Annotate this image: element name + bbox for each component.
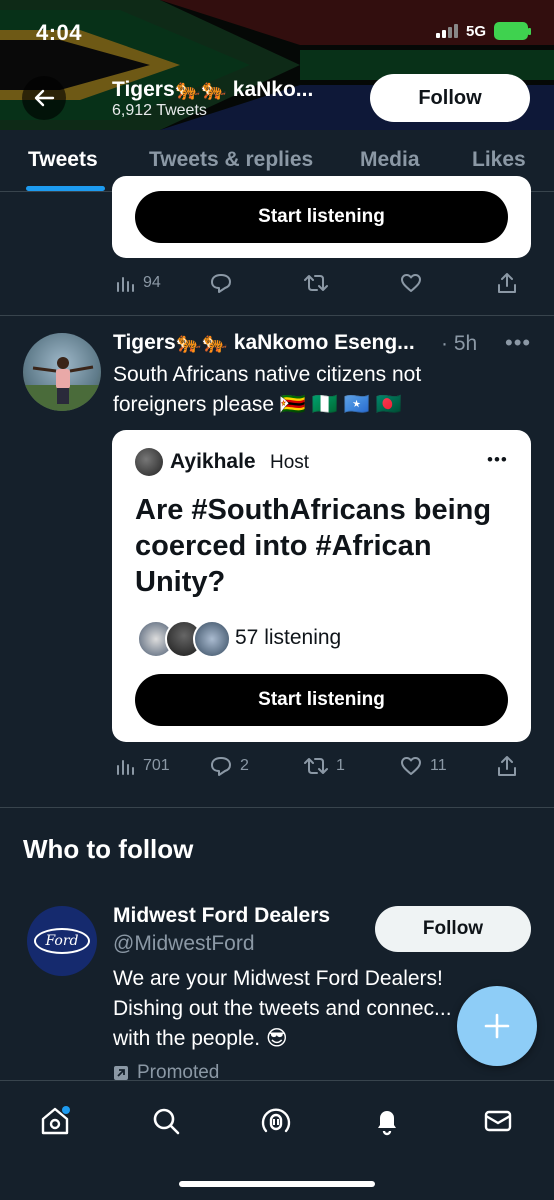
retweet-count: 1 <box>336 757 345 774</box>
host-avatar <box>135 448 163 476</box>
suggested-account-name[interactable]: Midwest Ford Dealers <box>113 904 330 928</box>
start-listening-button[interactable]: Start listening <box>135 191 508 243</box>
space-card[interactable]: Ayikhale Host ••• Are #SouthAfricans bei… <box>112 430 531 742</box>
retweet-icon <box>304 275 328 291</box>
space-title: Are #SouthAfricans being coerced into #A… <box>135 494 492 598</box>
tweet-text: South Africans native citizens not forei… <box>113 363 422 416</box>
ford-logo-avatar[interactable]: Ford <box>27 906 97 976</box>
tab-likes[interactable]: Likes <box>472 148 526 172</box>
tweet-author[interactable]: Tigers🐅🐅 kaNkomo Eseng... <box>113 331 453 355</box>
tweet-time: · 5h <box>441 332 478 355</box>
back-arrow-icon <box>34 89 55 107</box>
retweet-icon <box>304 758 328 774</box>
host-role: Host <box>270 452 310 473</box>
tab-active-indicator <box>26 186 105 191</box>
ford-logo: Ford <box>34 928 90 954</box>
section-divider <box>0 807 554 808</box>
reply-count: 2 <box>240 757 249 774</box>
nav-messages[interactable] <box>476 1099 520 1143</box>
messages-icon <box>484 1110 512 1132</box>
space-more-icon[interactable]: ••• <box>487 450 508 470</box>
nav-notifications[interactable] <box>365 1099 409 1143</box>
more-icon[interactable]: ••• <box>505 330 531 356</box>
host-name: Ayikhale <box>170 450 256 473</box>
compose-tweet-button[interactable] <box>457 986 537 1066</box>
tweet-divider <box>0 315 554 316</box>
home-icon <box>41 1106 70 1135</box>
like-icon <box>401 757 421 775</box>
tweet-count: 6,912 Tweets <box>112 102 207 119</box>
follow-suggested-button[interactable]: Follow <box>375 906 531 952</box>
share-icon <box>498 273 516 293</box>
tab-media[interactable]: Media <box>360 148 420 172</box>
suggested-account-bio: We are your Midwest Ford Dealers! Dishin… <box>113 967 452 1050</box>
avatar-image <box>23 357 101 411</box>
status-time: 4:04 <box>36 20 83 45</box>
avatar[interactable] <box>23 333 101 411</box>
who-to-follow-heading: Who to follow <box>23 834 194 864</box>
like-icon <box>401 274 421 292</box>
space-card[interactable]: Start listening <box>112 176 531 258</box>
notifications-icon <box>378 1111 396 1136</box>
views-count: 701 <box>143 757 170 774</box>
views-icon <box>117 277 134 292</box>
reply-icon <box>211 274 231 293</box>
nav-home[interactable] <box>33 1099 77 1143</box>
suggested-account-handle: @MidwestFord <box>113 932 255 955</box>
retweet-action[interactable] <box>304 273 328 293</box>
views-count: 94 <box>143 274 161 291</box>
share-action[interactable] <box>497 272 517 294</box>
reply-action[interactable]: 2 <box>210 756 249 776</box>
nav-spaces[interactable] <box>254 1099 298 1143</box>
start-listening-button[interactable]: Start listening <box>135 674 508 726</box>
spaces-icon <box>261 1108 291 1133</box>
like-count: 11 <box>430 757 447 774</box>
profile-name: Tigers🐅🐅 kaNko... <box>112 78 314 101</box>
battery-icon <box>494 22 531 40</box>
retweet-action[interactable]: 1 <box>304 756 345 776</box>
nav-search[interactable] <box>144 1099 188 1143</box>
listener-avatars <box>137 620 231 658</box>
like-action[interactable] <box>400 273 422 293</box>
tab-tweets[interactable]: Tweets <box>28 148 98 172</box>
tab-tweets-replies[interactable]: Tweets & replies <box>149 148 313 172</box>
views-icon <box>117 760 134 775</box>
back-button[interactable] <box>22 76 66 120</box>
listening-count: 57 listening <box>235 626 342 649</box>
share-icon <box>498 756 516 776</box>
compose-icon <box>484 1013 510 1039</box>
network-label: 5G <box>465 22 486 40</box>
status-indicators: 5G <box>435 22 531 40</box>
search-icon <box>153 1108 180 1135</box>
signal-icon <box>435 24 458 38</box>
promoted-icon <box>114 1066 128 1080</box>
reply-action[interactable] <box>210 273 232 293</box>
share-action[interactable] <box>497 755 517 777</box>
views-action[interactable]: 94 <box>115 273 161 293</box>
views-action[interactable]: 701 <box>115 756 170 776</box>
like-action[interactable]: 11 <box>400 756 447 776</box>
follow-button[interactable]: Follow <box>370 74 530 122</box>
home-indicator <box>179 1181 375 1187</box>
reply-icon <box>211 757 231 776</box>
